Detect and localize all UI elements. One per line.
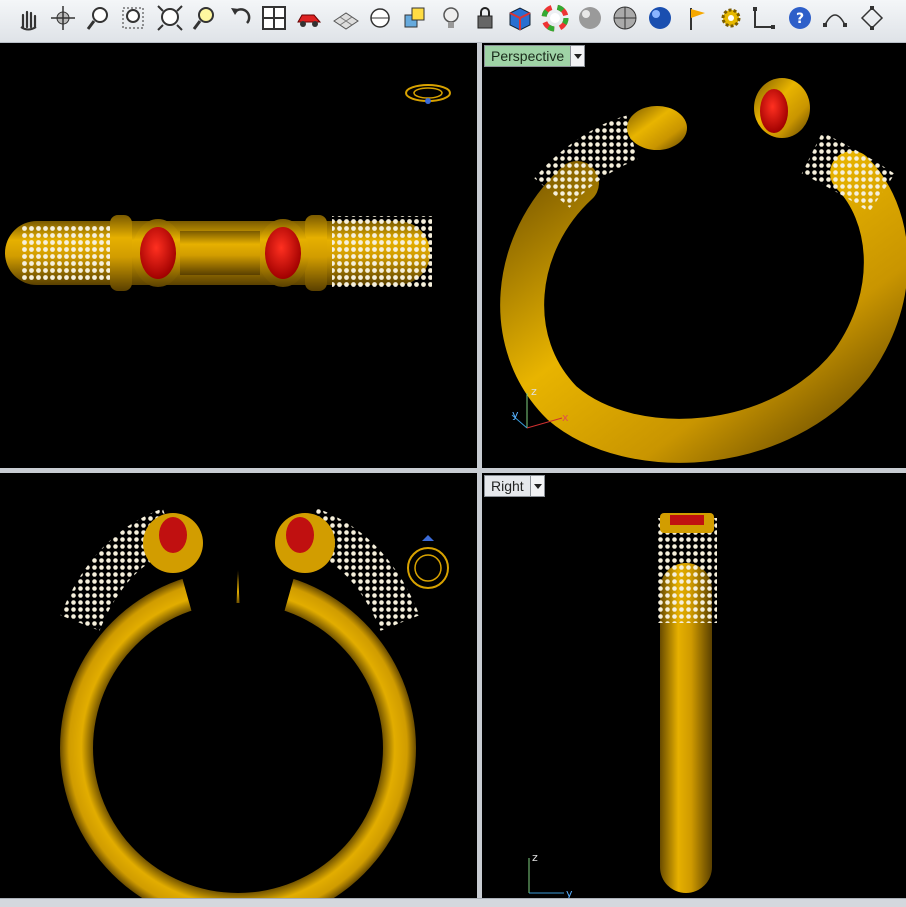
view-ring-icon	[407, 535, 449, 589]
viewport-title: Perspective	[485, 46, 571, 66]
grid-plane-icon[interactable]	[331, 3, 361, 33]
ruby-persp	[760, 89, 788, 133]
layer-icon[interactable]	[400, 3, 430, 33]
bangle-perspective-view: z x y	[500, 78, 906, 463]
viewport-front[interactable]	[0, 473, 477, 898]
viewport-right[interactable]: z y Right	[482, 473, 906, 898]
light-bulb-icon[interactable]	[436, 3, 466, 33]
undo-view-icon[interactable]	[225, 3, 255, 33]
help-icon[interactable]: ?	[785, 3, 815, 33]
gear-icon[interactable]	[716, 3, 746, 33]
axis-y-label: y	[566, 887, 573, 898]
curve-points-icon[interactable]	[820, 3, 850, 33]
band-tube	[5, 215, 432, 291]
viewport-label-right[interactable]: Right	[484, 475, 545, 497]
snap-icon[interactable]	[365, 3, 395, 33]
pearl-pave	[657, 518, 717, 623]
lock-icon[interactable]	[470, 3, 500, 33]
four-viewports-icon[interactable]	[259, 3, 289, 33]
sphere-blue-icon[interactable]	[645, 3, 675, 33]
control-points-icon[interactable]	[857, 3, 887, 33]
viewport-area: z x y Perspective z y Right	[0, 43, 906, 898]
viewport-title: Right	[485, 476, 530, 496]
axis-y-label: y	[512, 408, 519, 421]
ruby-front-left	[159, 517, 187, 553]
pearl-pave-left	[22, 226, 110, 281]
ruby-right	[265, 227, 301, 279]
zoom-window-icon[interactable]	[118, 3, 148, 33]
zoom-dynamic-icon[interactable]	[83, 3, 113, 33]
viewport-menu-arrow-icon[interactable]	[529, 476, 544, 496]
zoom-extents-icon[interactable]	[155, 3, 185, 33]
axis-z-label: z	[532, 851, 538, 864]
viewport-menu-arrow-icon[interactable]	[570, 46, 585, 66]
color-wheel-icon[interactable]	[540, 3, 570, 33]
bangle-top-view	[5, 84, 451, 291]
pan-hand-icon[interactable]	[13, 3, 43, 33]
ruby-right-view	[670, 515, 704, 525]
rotate-view-icon[interactable]	[48, 3, 78, 33]
viewport-label-perspective[interactable]: Perspective	[484, 45, 586, 67]
bangle-right-view: z y	[528, 513, 717, 898]
viewport-top[interactable]	[0, 43, 477, 468]
sphere-gray-icon[interactable]	[575, 3, 605, 33]
svg-text:?: ?	[796, 11, 804, 27]
toolbar: ?	[0, 0, 906, 43]
ruby-front-right	[286, 517, 314, 553]
flag-icon[interactable]	[683, 3, 713, 33]
car-icon[interactable]	[294, 3, 324, 33]
bangle-front-view	[60, 508, 449, 898]
zoom-selected-icon[interactable]	[190, 3, 220, 33]
pearl-pave-right	[332, 216, 432, 288]
sphere-grid-icon[interactable]	[610, 3, 640, 33]
view-cube-icon	[405, 84, 451, 104]
ruby-left	[140, 227, 176, 279]
axis-x-label: x	[562, 411, 569, 424]
point-editing-icon[interactable]	[749, 3, 779, 33]
axis-z-label: z	[531, 385, 537, 398]
shaded-box-icon[interactable]	[505, 3, 535, 33]
viewport-perspective[interactable]: z x y Perspective	[482, 43, 906, 468]
